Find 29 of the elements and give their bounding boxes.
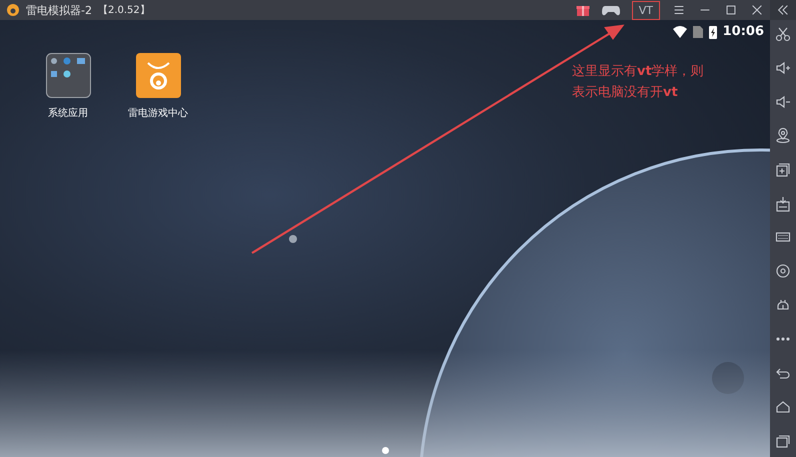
close-icon[interactable]	[750, 3, 764, 17]
volume-down-icon[interactable]	[775, 94, 791, 110]
apk-install-icon[interactable]	[775, 196, 791, 212]
annotation-text: 这里显示有vt学样，则 表示电脑没有开vt	[572, 63, 704, 102]
location-pin-icon[interactable]	[775, 128, 791, 144]
settings-icon[interactable]	[775, 263, 791, 280]
app-shortcut[interactable]: 雷电游戏中心	[124, 53, 192, 120]
version-label: 【2.0.52】	[98, 4, 150, 17]
recent-apps-icon[interactable]	[775, 432, 791, 449]
gift-icon[interactable]	[576, 3, 590, 17]
scissors-icon[interactable]	[775, 26, 791, 42]
gamepad-icon[interactable]	[602, 3, 620, 17]
wifi-icon	[672, 26, 687, 38]
add-window-icon[interactable]	[775, 162, 791, 178]
no-sim-icon	[692, 26, 703, 38]
vt-button[interactable]: VT	[632, 0, 660, 20]
small-moon-drawing	[289, 235, 297, 243]
maximize-icon[interactable]	[724, 3, 738, 17]
app-logo-icon	[6, 3, 20, 17]
menu-icon[interactable]	[672, 3, 686, 17]
collapse-icon[interactable]	[776, 3, 790, 17]
status-time: 10:06	[722, 24, 764, 39]
battery-charging-icon	[708, 24, 717, 38]
folder-icon	[46, 53, 90, 98]
game-center-icon	[136, 53, 180, 98]
home-icon[interactable]	[775, 398, 791, 415]
volume-up-icon[interactable]	[775, 60, 791, 76]
window-title: 雷电模拟器-2	[26, 2, 92, 18]
app-shortcut[interactable]: 系统应用	[34, 53, 102, 120]
